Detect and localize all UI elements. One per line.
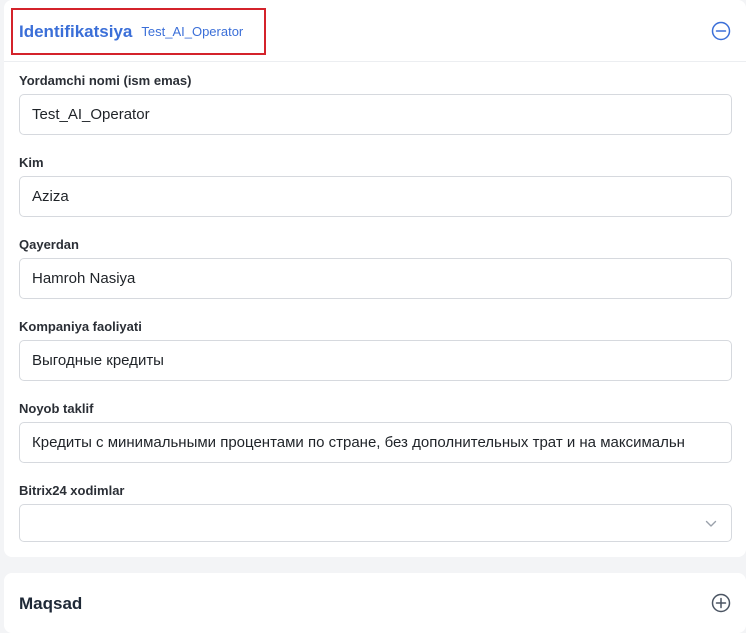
who-label: Kim xyxy=(19,155,44,170)
from-label: Qayerdan xyxy=(19,237,79,252)
chevron-down-icon xyxy=(705,515,717,532)
unique-offer-input[interactable]: Кредиты с минимальными процентами по стр… xyxy=(19,422,732,463)
assistant-name-input[interactable]: Test_AI_Operator xyxy=(19,94,732,135)
company-activity-input[interactable]: Выгодные кредиты xyxy=(19,340,732,381)
bitrix-employees-label: Bitrix24 xodimlar xyxy=(19,483,125,498)
bitrix-employees-select[interactable] xyxy=(19,504,732,542)
maqsad-card[interactable]: Maqsad xyxy=(4,573,746,633)
who-input[interactable]: Aziza xyxy=(19,176,732,217)
identification-title: Identifikatsiya xyxy=(19,21,133,41)
identification-header[interactable]: Identifikatsiya Test_AI_Operator xyxy=(4,0,746,62)
identification-card: Identifikatsiya Test_AI_Operator Yordamc… xyxy=(4,0,746,557)
company-activity-label: Kompaniya faoliyati xyxy=(19,319,142,334)
minus-circle-icon[interactable] xyxy=(711,21,731,41)
plus-circle-icon[interactable] xyxy=(711,593,731,613)
maqsad-title: Maqsad xyxy=(19,594,83,613)
from-input[interactable]: Hamroh Nasiya xyxy=(19,258,732,299)
identification-title-box: Identifikatsiya Test_AI_Operator xyxy=(11,8,266,55)
assistant-name-label: Yordamchi nomi (ism emas) xyxy=(19,73,192,88)
unique-offer-label: Noyob taklif xyxy=(19,401,94,416)
identification-subtitle: Test_AI_Operator xyxy=(141,24,244,39)
